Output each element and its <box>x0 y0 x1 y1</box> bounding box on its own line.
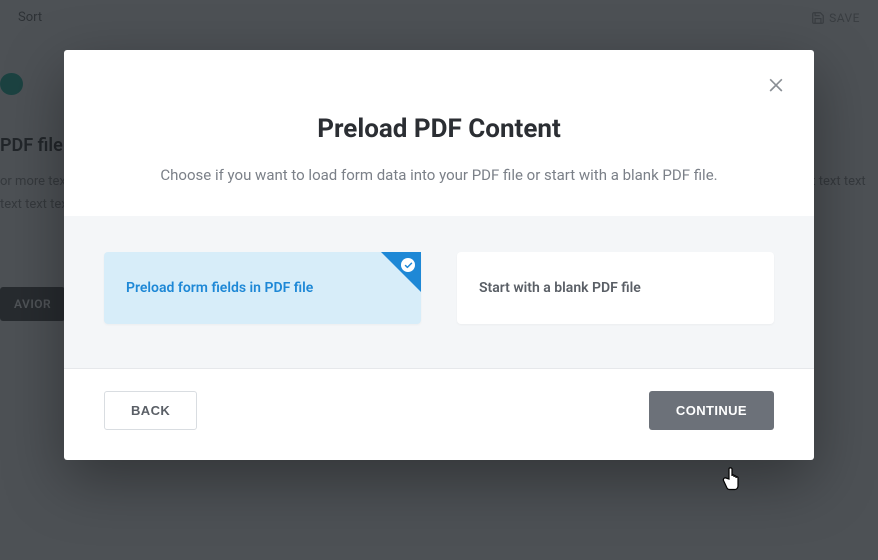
preload-pdf-modal: Preload PDF Content Choose if you want t… <box>64 50 814 460</box>
modal-title: Preload PDF Content <box>104 114 774 144</box>
continue-button[interactable]: CONTINUE <box>649 391 774 430</box>
selected-corner <box>381 252 421 292</box>
check-icon <box>401 258 415 272</box>
back-button[interactable]: BACK <box>104 391 197 430</box>
option-blank-label: Start with a blank PDF file <box>479 280 641 296</box>
option-preload-form-fields[interactable]: Preload form fields in PDF file <box>104 252 421 324</box>
option-blank-pdf[interactable]: Start with a blank PDF file <box>457 252 774 324</box>
modal-subtitle: Choose if you want to load form data int… <box>104 166 774 184</box>
close-icon[interactable] <box>760 68 792 100</box>
option-preload-label: Preload form fields in PDF file <box>126 280 313 296</box>
